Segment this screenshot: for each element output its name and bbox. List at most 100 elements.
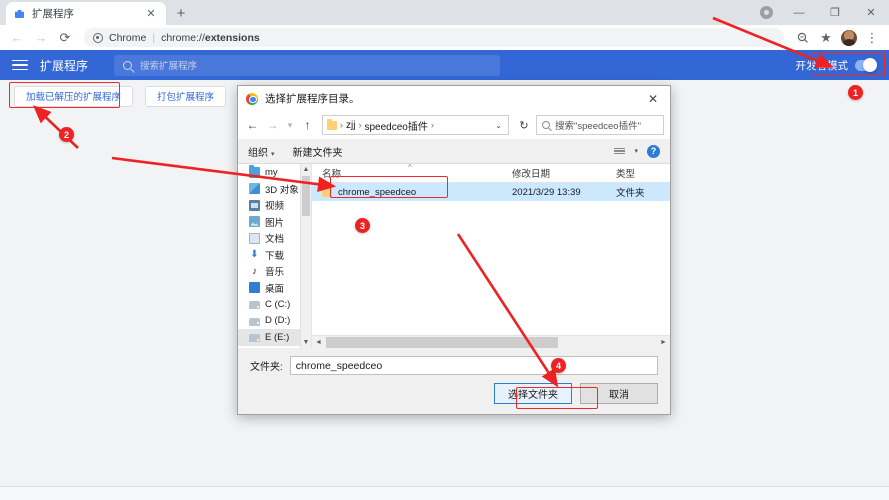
scrollbar-thumb[interactable] (326, 337, 558, 348)
new-folder-button[interactable]: 新建文件夹 (293, 144, 343, 159)
pack-extension-button[interactable]: 打包扩展程序 (145, 86, 226, 107)
forward-icon[interactable]: → (30, 27, 52, 49)
avatar[interactable] (838, 27, 860, 49)
dialog-search-input[interactable]: 搜索"speedceo插件" (536, 115, 664, 135)
download-icon: ⬇ (249, 249, 260, 260)
window-close-button[interactable]: ✕ (853, 0, 889, 25)
view-dropdown-icon[interactable]: ▾ (634, 147, 638, 155)
sidebar-item-label: C (C:) (265, 299, 290, 310)
scroll-left-icon[interactable]: ◄ (312, 339, 325, 346)
desktop-icon (249, 282, 260, 293)
folder-name-input[interactable]: chrome_speedceo (290, 356, 658, 375)
step-marker-1: 1 (848, 85, 863, 100)
breadcrumb-item-0[interactable]: zjj (346, 120, 355, 131)
reload-icon[interactable]: ⟳ (54, 27, 76, 49)
sidebar-item-label: my (265, 167, 278, 178)
chrome-logo-icon (246, 93, 258, 105)
folder-picker-dialog: 选择扩展程序目录。 ✕ ← → ▾ ↑ › zjj › speedceo插件 ›… (237, 85, 671, 415)
close-icon[interactable]: ✕ (144, 7, 158, 21)
step-marker-3: 3 (355, 218, 370, 233)
new-tab-button[interactable]: + (168, 2, 194, 25)
cube-icon (249, 183, 260, 194)
profile-icon[interactable] (751, 0, 781, 25)
bookmark-star-icon[interactable]: ★ (815, 27, 837, 49)
search-input[interactable]: 搜索扩展程序 (114, 55, 500, 76)
dialog-forward-icon[interactable]: → (264, 115, 281, 135)
sidebar-item-label: E (E:) (265, 332, 289, 343)
drive-icon (249, 318, 260, 326)
browser-tab[interactable]: 扩展程序 ✕ (6, 2, 166, 25)
horizontal-scrollbar[interactable]: ◄ ► (312, 335, 670, 348)
dialog-sidebar: my 3D 对象 视频 图片 文档 ⬇ 下载 ♪ 音乐 桌面 C (C:) D (D… (238, 164, 312, 348)
picture-icon (249, 216, 260, 227)
column-header-name[interactable]: 名称 (312, 166, 512, 180)
load-unpacked-button[interactable]: 加载已解压的扩展程序 (14, 86, 133, 107)
column-header-type[interactable]: 类型 (616, 166, 670, 180)
breadcrumb[interactable]: › zjj › speedceo插件 › ⌄ (322, 115, 509, 135)
sidebar-item-label: 下载 (265, 248, 284, 262)
bottom-strip (0, 486, 889, 500)
sidebar-item-label: 图片 (265, 215, 284, 229)
search-placeholder: 搜索扩展程序 (140, 58, 197, 72)
scroll-down-icon[interactable]: ▼ (301, 337, 311, 348)
table-row[interactable]: chrome_speedceo 2021/3/29 13:39 文件夹 (312, 183, 670, 201)
puzzle-icon (14, 8, 25, 19)
sidebar-item-label: 文档 (265, 231, 284, 245)
dialog-command-bar: 组织▾ 新建文件夹 ▾ ? (238, 139, 670, 164)
back-icon[interactable]: ← (6, 27, 28, 49)
tab-title: 扩展程序 (32, 6, 144, 21)
dialog-title: 选择扩展程序目录。 (265, 91, 640, 106)
sidebar-item-label: 3D 对象 (265, 182, 299, 196)
column-header-date[interactable]: 修改日期 (512, 166, 616, 180)
breadcrumb-item-1[interactable]: speedceo插件 (364, 118, 427, 133)
hamburger-icon[interactable] (12, 57, 28, 74)
toolbar-right-actions: ★ ⋮ (792, 27, 883, 49)
scroll-up-icon[interactable]: ▲ (301, 164, 311, 175)
file-type-cell: 文件夹 (616, 185, 670, 199)
view-list-icon[interactable] (614, 148, 625, 155)
file-name-cell: chrome_speedceo (312, 187, 512, 198)
sidebar-item-label: 桌面 (265, 281, 284, 295)
refresh-icon[interactable]: ↻ (515, 119, 533, 132)
sidebar-item-label: D (D:) (265, 315, 290, 326)
video-icon (249, 200, 260, 211)
organize-button[interactable]: 组织▾ (248, 144, 275, 159)
drive-icon (249, 334, 260, 342)
help-icon[interactable]: ? (647, 145, 660, 158)
step-marker-4: 4 (551, 358, 566, 373)
dialog-recent-icon[interactable]: ▾ (284, 115, 296, 135)
folder-icon (327, 121, 337, 130)
dialog-search-placeholder: 搜索"speedceo插件" (555, 118, 641, 132)
omnibox-scheme: Chrome (109, 32, 146, 44)
dialog-navbar: ← → ▾ ↑ › zjj › speedceo插件 › ⌄ ↻ 搜索"spee… (238, 111, 670, 139)
sidebar-item-label: 视频 (265, 198, 284, 212)
chevron-down-icon[interactable]: ⌄ (491, 121, 506, 130)
dialog-up-icon[interactable]: ↑ (299, 115, 316, 135)
breadcrumb-sep-1: › (358, 120, 361, 130)
maximize-button[interactable]: ❐ (817, 0, 853, 25)
sidebar-scrollbar[interactable]: ▲ ▼ (300, 164, 311, 348)
cancel-button[interactable]: 取消 (580, 383, 658, 404)
file-list-header: 名称 修改日期 类型 (312, 164, 670, 183)
folder-field-label: 文件夹: (250, 358, 283, 373)
developer-mode-control[interactable]: 开发者模式 (796, 58, 878, 73)
dialog-close-icon[interactable]: ✕ (640, 89, 666, 109)
select-folder-button[interactable]: 选择文件夹 (494, 383, 572, 404)
file-list-rows: chrome_speedceo 2021/3/29 13:39 文件夹 (312, 183, 670, 335)
sidebar-item-label: 音乐 (265, 264, 284, 278)
menu-icon[interactable]: ⋮ (861, 27, 883, 49)
browser-titlebar: 扩展程序 ✕ + — ❐ ✕ (0, 0, 889, 25)
file-name-label: chrome_speedceo (338, 187, 416, 198)
scrollbar-track[interactable] (325, 336, 657, 349)
music-icon: ♪ (249, 266, 260, 277)
scrollbar-thumb[interactable] (302, 176, 310, 216)
folder-icon (249, 167, 260, 178)
dialog-back-icon[interactable]: ← (244, 115, 261, 135)
developer-mode-toggle[interactable] (855, 60, 877, 71)
minimize-button[interactable]: — (781, 0, 817, 25)
zoom-icon[interactable] (792, 27, 814, 49)
scroll-right-icon[interactable]: ► (657, 339, 670, 346)
breadcrumb-sep-2: › (431, 120, 434, 130)
address-bar[interactable]: Chrome | chrome://extensions (84, 28, 784, 47)
step-marker-2: 2 (59, 127, 74, 142)
